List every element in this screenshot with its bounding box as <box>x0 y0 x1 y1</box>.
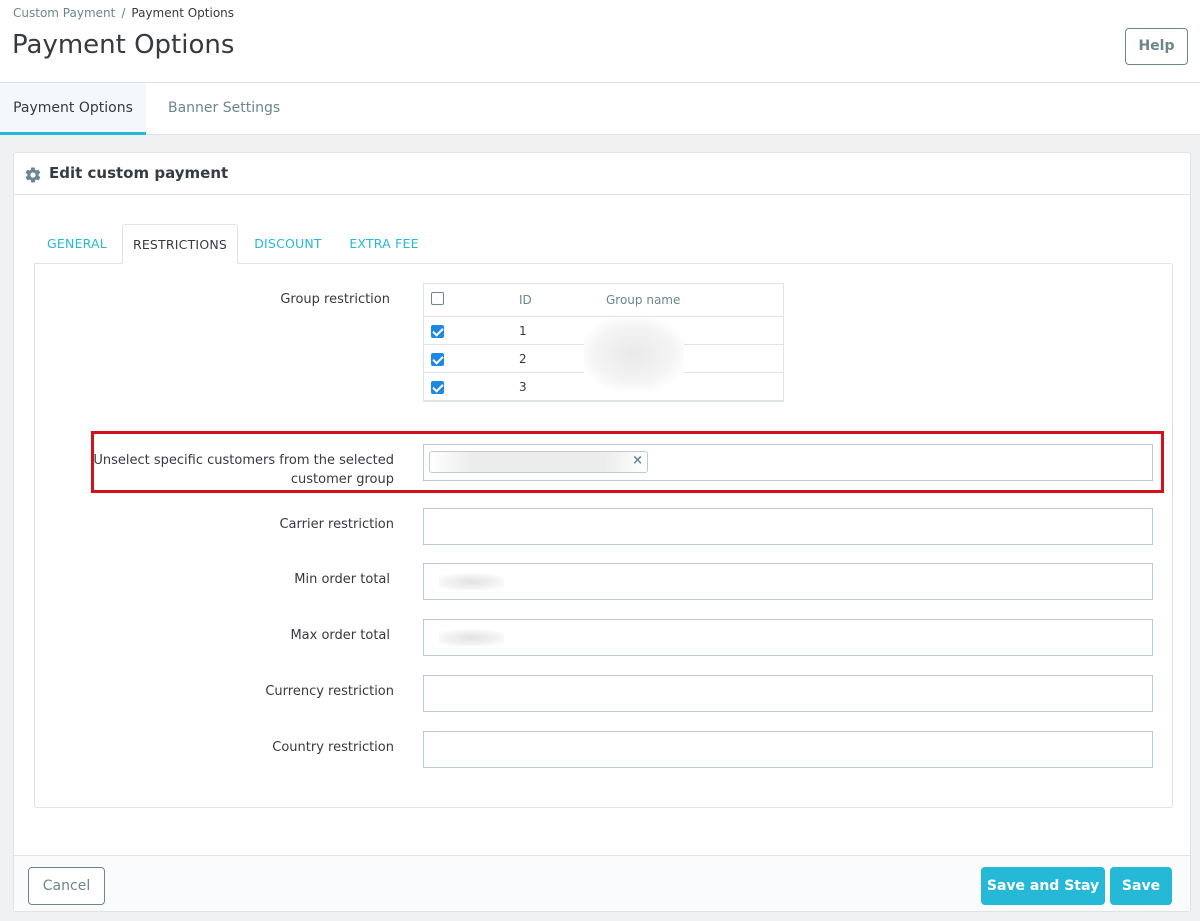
group-checkbox-1[interactable] <box>431 325 444 338</box>
min-order-total-label: Min order total <box>294 572 390 587</box>
unselect-customers-label-line2: customer group <box>290 472 394 487</box>
column-id-header: ID <box>519 293 532 307</box>
tab-extra-fee[interactable]: EXTRA FEE <box>342 224 426 264</box>
blurred-group-names <box>584 318 684 390</box>
currency-restriction-label: Currency restriction <box>265 684 394 699</box>
customer-chip: × <box>429 451 648 473</box>
panel-title: Edit custom payment <box>49 164 229 182</box>
top-tabs: Payment Options Banner Settings <box>0 83 1200 135</box>
breadcrumb-separator: / <box>121 6 126 20</box>
unselect-customers-label-line1: Unselect specific customers from the sel… <box>93 453 394 468</box>
tab-payment-options[interactable]: Payment Options <box>0 83 146 135</box>
currency-restriction-input[interactable] <box>423 675 1153 712</box>
edit-panel: Edit custom payment GENERAL RESTRICTIONS… <box>13 152 1191 912</box>
tab-restrictions[interactable]: RESTRICTIONS <box>122 224 238 264</box>
tab-banner-settings[interactable]: Banner Settings <box>168 83 280 135</box>
blurred-value <box>439 574 504 590</box>
group-checkbox-2[interactable] <box>431 353 444 366</box>
table-header-row: ID Group name <box>424 284 783 317</box>
save-button[interactable]: Save <box>1110 867 1172 905</box>
help-button[interactable]: Help <box>1125 28 1188 65</box>
group-id-cell: 1 <box>519 324 527 338</box>
group-id-cell: 3 <box>519 380 527 394</box>
blurred-value <box>439 630 504 646</box>
country-restriction-label: Country restriction <box>272 740 394 755</box>
panel-footer: Cancel Save and Stay Save <box>14 855 1190 911</box>
group-restriction-label: Group restriction <box>280 292 390 307</box>
carrier-restriction-input[interactable] <box>423 508 1153 545</box>
page-title: Payment Options <box>12 30 235 60</box>
chip-remove-icon[interactable]: × <box>632 453 643 468</box>
unselect-customers-input[interactable]: × <box>423 444 1153 481</box>
unselect-customers-label: Unselect specific customers from the sel… <box>74 451 394 489</box>
column-group-name-header: Group name <box>606 293 681 307</box>
tab-general[interactable]: GENERAL <box>36 224 118 264</box>
tab-discount[interactable]: DISCOUNT <box>243 224 333 264</box>
min-order-total-input[interactable] <box>423 563 1153 600</box>
page-header: Custom Payment / Payment Options Payment O… <box>0 0 1200 83</box>
gear-icon <box>25 167 41 183</box>
breadcrumb-current: Payment Options <box>131 6 235 20</box>
cancel-button[interactable]: Cancel <box>28 867 105 905</box>
select-all-checkbox[interactable] <box>431 292 444 305</box>
country-restriction-input[interactable] <box>423 731 1153 768</box>
carrier-restriction-label: Carrier restriction <box>279 517 394 532</box>
group-id-cell: 2 <box>519 352 527 366</box>
group-restriction-table: ID Group name 1 2 3 <box>423 283 784 402</box>
breadcrumb-parent[interactable]: Custom Payment <box>13 6 115 20</box>
max-order-total-label: Max order total <box>290 628 390 643</box>
breadcrumb: Custom Payment / Payment Options <box>13 6 234 20</box>
panel-header: Edit custom payment <box>14 153 1190 195</box>
group-checkbox-3[interactable] <box>431 381 444 394</box>
max-order-total-input[interactable] <box>423 619 1153 656</box>
save-and-stay-button[interactable]: Save and Stay <box>981 867 1105 905</box>
